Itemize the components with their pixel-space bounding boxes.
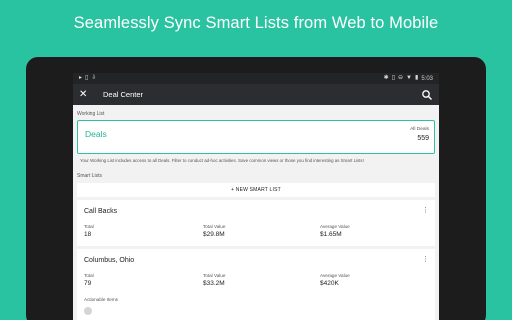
tablet-screen: ▸ ▯ ⇩ ✱ ▯ ⊖ ▼ ▮ 5:03 ✕ Deal Center Worki… — [73, 73, 439, 320]
status-time: 5:03 — [421, 75, 433, 82]
metric-value: $29.8M — [203, 231, 225, 238]
new-smart-list-button[interactable]: + NEW SMART LIST — [77, 183, 435, 197]
metric-label: Total Value — [203, 273, 226, 278]
metric-value: $33.2M — [203, 280, 225, 287]
metric-label: Total Value — [203, 224, 226, 229]
metric-average-value: Average Value $1.65M — [320, 224, 350, 238]
search-icon[interactable] — [421, 89, 433, 101]
smart-lists-label: Smart Lists — [77, 173, 103, 179]
actionable-item-icon[interactable] — [84, 307, 92, 315]
metric-value: $1.65M — [320, 231, 342, 238]
smart-list-title: Call Backs — [84, 208, 118, 215]
app-bar: ✕ Deal Center — [73, 84, 439, 105]
smart-list-card[interactable]: Columbus, Ohio ⋮ Total 79 Total Value $3… — [77, 249, 435, 320]
working-list-count: 559 — [417, 135, 429, 142]
page-title: Deal Center — [103, 90, 144, 99]
metric-label: Total — [84, 224, 94, 229]
bluetooth-icon: ✱ — [383, 75, 389, 81]
more-options-icon[interactable]: ⋮ — [422, 206, 429, 214]
more-options-icon[interactable]: ⋮ — [422, 255, 429, 263]
status-bar: ▸ ▯ ⇩ ✱ ▯ ⊖ ▼ ▮ 5:03 — [73, 73, 439, 84]
working-list-title: Deals — [85, 129, 107, 139]
metric-label: Total — [84, 273, 94, 278]
metric-label: Average Value — [320, 224, 350, 229]
close-icon[interactable]: ✕ — [79, 89, 95, 100]
working-list-label: Working List — [77, 111, 105, 117]
battery-icon: ▮ — [415, 75, 419, 81]
metric-total-value: Total Value $33.2M — [203, 273, 225, 287]
smart-list-card[interactable]: Call Backs ⋮ Total 18 Total Value $29.8M… — [77, 200, 435, 246]
working-list-count-label: All Deals — [410, 127, 429, 132]
smart-list-title: Columbus, Ohio — [84, 257, 135, 264]
dnd-icon: ⊖ — [398, 75, 404, 81]
phone-icon: ▯ — [85, 75, 89, 81]
metric-total-value: Total Value $29.8M — [203, 224, 225, 238]
working-list-description: Your Working List includes access to all… — [80, 158, 364, 163]
metric-total: Total 79 — [84, 273, 94, 287]
metric-value: 79 — [84, 280, 92, 287]
notification-icon: ▸ — [79, 75, 83, 81]
headline: Seamlessly Sync Smart Lists from Web to … — [73, 14, 439, 32]
actionable-items-label: Actionable Items — [84, 297, 118, 302]
metric-value: $420K — [320, 280, 339, 287]
metric-average-value: Average Value $420K — [320, 273, 350, 287]
metric-value: 18 — [84, 231, 92, 238]
wifi-icon: ▼ — [406, 75, 412, 81]
working-list-card[interactable]: Deals All Deals 559 — [77, 120, 435, 154]
download-icon: ⇩ — [91, 75, 97, 81]
metric-total: Total 18 — [84, 224, 94, 238]
vibrate-icon: ▯ — [391, 75, 396, 81]
metric-label: Average Value — [320, 273, 350, 278]
